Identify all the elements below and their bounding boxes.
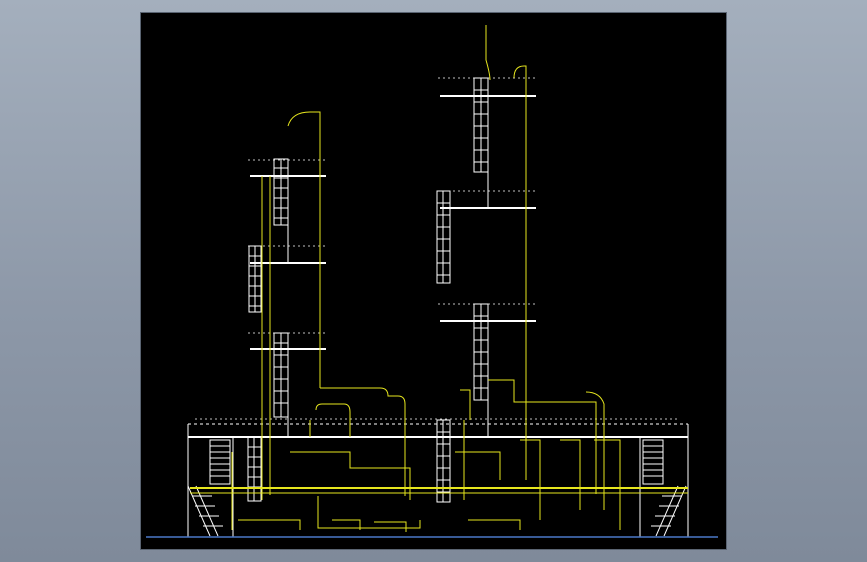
cage-ladder-left-mid <box>248 245 262 313</box>
ladder-rack-right <box>436 419 451 503</box>
ladder-rack-left <box>247 436 262 502</box>
elevation-drawing <box>146 25 718 538</box>
cage-ladder-right-upper <box>473 77 489 208</box>
cage-ladder-right-mid <box>436 190 451 284</box>
cad-viewport[interactable] <box>141 13 726 549</box>
cage-ladder-left-upper <box>273 158 289 263</box>
cage-ladder-right-lower <box>473 303 489 437</box>
